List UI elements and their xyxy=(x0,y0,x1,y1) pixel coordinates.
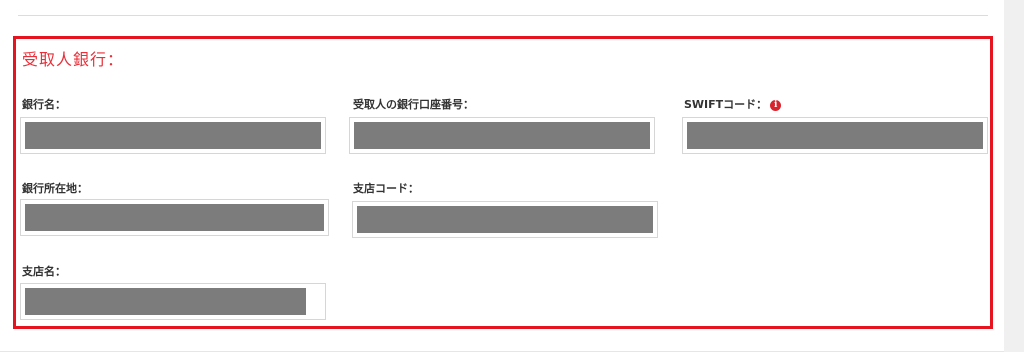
bank-name-input[interactable] xyxy=(20,117,326,154)
branch-name-value xyxy=(25,288,307,315)
account-number-input[interactable] xyxy=(349,117,655,154)
form-panel: 受取人銀行： 銀行名： 受取人の銀行口座番号： SWIFTコード： i 銀行所在地… xyxy=(0,0,1005,352)
branch-name-label: 支店名： xyxy=(22,265,66,278)
branch-code-label: 支店コード： xyxy=(353,182,419,195)
swift-code-label: SWIFTコード： xyxy=(684,98,768,111)
section-divider xyxy=(18,15,988,16)
bank-address-label: 銀行所在地： xyxy=(22,182,88,195)
page-scroll-area xyxy=(1004,0,1024,352)
bank-address-value xyxy=(25,204,324,231)
swift-code-input[interactable] xyxy=(682,117,988,154)
branch-code-input[interactable] xyxy=(352,201,658,238)
bank-name-label: 銀行名： xyxy=(22,98,66,111)
section-title: 受取人銀行： xyxy=(22,50,125,69)
account-number-value xyxy=(354,122,650,149)
bank-address-input[interactable] xyxy=(20,199,329,236)
swift-code-label-wrap: SWIFTコード： i xyxy=(684,96,782,112)
swift-code-value xyxy=(687,122,983,149)
branch-code-value xyxy=(357,206,653,233)
branch-name-input[interactable] xyxy=(20,283,326,320)
bank-name-value xyxy=(25,122,321,149)
info-icon[interactable]: i xyxy=(770,99,782,111)
account-number-label: 受取人の銀行口座番号： xyxy=(353,98,474,111)
